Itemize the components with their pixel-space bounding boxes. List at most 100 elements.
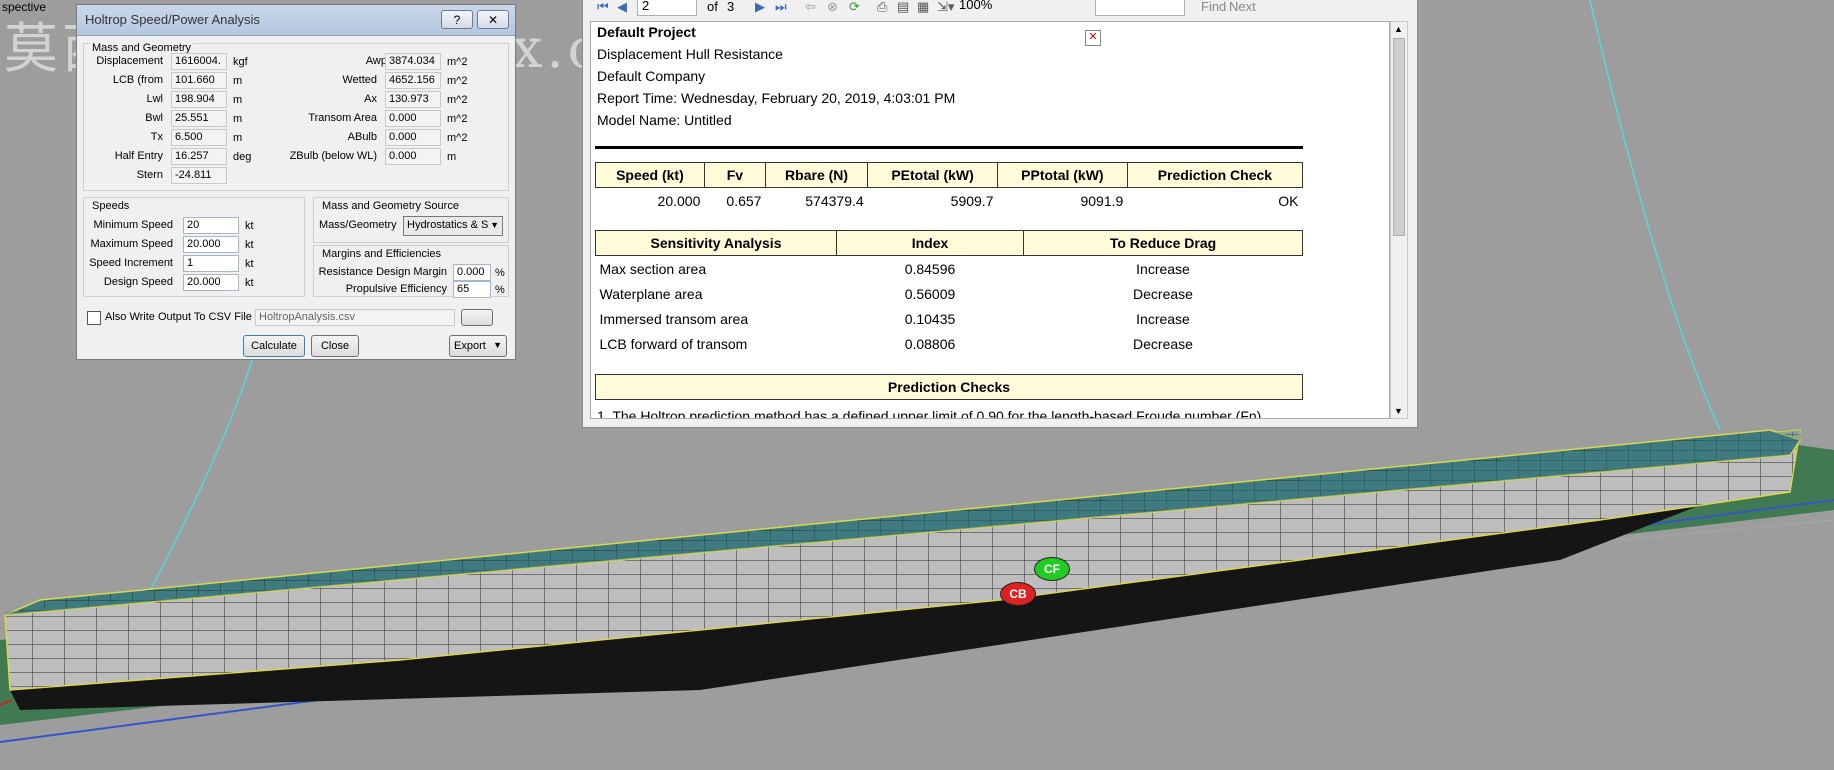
close-window-button[interactable]: ✕ — [477, 10, 509, 29]
next-link[interactable]: Next — [1229, 0, 1256, 14]
transom-area-unit: m^2 — [447, 113, 468, 125]
refresh-icon[interactable]: ⟳ — [849, 0, 860, 15]
tx-unit: m — [233, 132, 243, 144]
csv-checkbox[interactable] — [87, 311, 101, 325]
report-divider — [595, 146, 1303, 149]
help-button[interactable]: ? — [441, 10, 473, 29]
propulsive-efficiency-input[interactable]: 65 — [453, 281, 491, 298]
csv-label: Also Write Output To CSV File — [105, 311, 252, 323]
design-speed-label: Design Speed — [103, 276, 173, 288]
table-cell: 574379.4 — [805, 192, 864, 209]
col-header: To Reduce Drag — [1023, 230, 1303, 256]
col-header: Sensitivity Analysis — [595, 230, 837, 256]
table-cell: Max section area — [599, 260, 707, 277]
page-number-input[interactable]: 2 — [637, 0, 697, 16]
stern-value: -24.811 — [171, 167, 227, 184]
bwl-label: Bwl — [145, 112, 163, 124]
table-cell: 0.56009 — [904, 285, 956, 302]
calculate-button[interactable]: Calculate — [243, 335, 305, 357]
total-pages: 3 — [727, 0, 735, 14]
tx-label: Tx — [150, 131, 163, 143]
report-time: Report Time: Wednesday, February 20, 201… — [597, 90, 956, 106]
speed-increment-input[interactable]: 1 — [183, 255, 239, 272]
max-speed-unit: kt — [245, 239, 254, 251]
sensitivity-table: Sensitivity Analysis Index To Reduce Dra… — [595, 230, 1303, 356]
propulsive-efficiency-label: Propulsive Efficiency — [345, 283, 447, 295]
lcb-unit: m — [233, 75, 243, 87]
table-cell: 5909.7 — [950, 192, 994, 209]
export-icon[interactable]: ⇲▾ — [937, 0, 954, 15]
prediction-checks-table: Prediction Checks — [595, 374, 1303, 400]
table-cell: Waterplane area — [599, 285, 703, 302]
page-setup-icon[interactable]: ▦ — [917, 0, 929, 15]
source-group-title: Mass and Geometry Source — [320, 200, 461, 212]
table-cell: Increase — [1136, 310, 1190, 327]
mass-geometry-source-select[interactable]: Hydrostatics & S ▼ — [403, 216, 503, 236]
half-entry-value: 16.257 — [171, 148, 227, 165]
half-entry-unit: deg — [233, 151, 252, 163]
report-model-name: Model Name: Untitled — [597, 112, 732, 128]
speed-increment-label: Speed Increment — [89, 257, 173, 269]
back-icon[interactable]: ⇦ — [805, 0, 816, 15]
abulb-unit: m^2 — [447, 132, 468, 144]
table-row: Max section area 0.84596 Increase — [596, 256, 1303, 282]
half-entry-label: Half Entry — [114, 150, 163, 162]
report-project: Default Project — [597, 24, 696, 40]
export-label: Export — [454, 340, 486, 352]
first-page-icon[interactable]: ⏮ — [597, 0, 609, 15]
max-speed-input[interactable]: 20.000 — [183, 236, 239, 253]
export-button[interactable]: Export ▼ — [449, 335, 507, 357]
csv-filename-input[interactable]: HoltropAnalysis.csv — [255, 309, 455, 326]
prev-page-icon[interactable]: ◀ — [617, 0, 627, 15]
scroll-down-icon[interactable]: ▼ — [1394, 406, 1403, 416]
stop-icon[interactable]: ⊗ — [827, 0, 838, 15]
table-cell: 9091.9 — [1080, 192, 1124, 209]
dialog-titlebar[interactable]: Holtrop Speed/Power Analysis ? ✕ — [77, 5, 515, 36]
table-cell: Decrease — [1133, 335, 1193, 352]
report-vertical-scrollbar[interactable]: ▲ ▼ — [1390, 21, 1408, 419]
resistance-margin-unit: % — [495, 267, 505, 279]
col-header: Rbare (N) — [764, 162, 869, 188]
table-cell: Decrease — [1133, 285, 1193, 302]
table-cell: 0.08806 — [904, 335, 956, 352]
print-layout-icon[interactable]: ▤ — [897, 0, 909, 15]
table-cell: 20.000 — [657, 192, 701, 209]
scrollbar-thumb[interactable] — [1393, 38, 1405, 236]
min-speed-label: Minimum Speed — [93, 219, 173, 231]
scroll-up-icon[interactable]: ▲ — [1394, 24, 1403, 34]
displacement-label: Displacement — [96, 55, 163, 67]
speeds-group-title: Speeds — [90, 200, 132, 212]
lwl-unit: m — [233, 94, 243, 106]
stern-label: Stern — [136, 169, 163, 181]
chevron-down-icon: ▼ — [490, 220, 499, 230]
resistance-margin-input[interactable]: 0.000 — [453, 264, 491, 281]
mass-geometry-source-value: Hydrostatics & S — [407, 219, 489, 231]
wetted-value: 4652.156 — [385, 72, 441, 89]
min-speed-input[interactable]: 20 — [183, 217, 239, 234]
table-cell: 0.10435 — [904, 310, 956, 327]
close-icon[interactable]: ✕ — [1085, 30, 1101, 46]
col-header: Speed (kt) — [595, 162, 705, 188]
cf-marker: CF — [1034, 557, 1070, 581]
close-button[interactable]: Close — [311, 335, 359, 357]
find-input[interactable] — [1095, 0, 1185, 16]
col-header: Fv — [703, 162, 766, 188]
print-icon[interactable]: ⎙ — [877, 0, 887, 15]
dialog-title: Holtrop Speed/Power Analysis — [85, 12, 260, 27]
viewport-label[interactable]: spective — [0, 0, 48, 14]
design-speed-input[interactable]: 20.000 — [183, 274, 239, 291]
table-cell: OK — [1278, 192, 1299, 209]
zbulb-unit: m — [447, 151, 457, 163]
next-page-icon[interactable]: ▶ — [755, 0, 765, 15]
last-page-icon[interactable]: ⏭ — [775, 0, 787, 15]
zoom-select[interactable]: 100% — [955, 0, 1081, 16]
zbulb-value: 0.000 — [385, 148, 441, 165]
csv-browse-button[interactable] — [461, 309, 493, 326]
table-cell: 0.657 — [726, 192, 762, 209]
report-viewer-window: ⏮ ◀ 2 of 3 ▶ ⏭ ⇦ ⊗ ⟳ ⎙ ▤ ▦ ⇲▾ 100% Find … — [582, 0, 1418, 428]
table-row: Waterplane area 0.56009 Decrease — [596, 281, 1303, 306]
lwl-label: Lwl — [146, 93, 163, 105]
table-cell: LCB forward of transom — [599, 335, 748, 352]
awp-unit: m^2 — [447, 56, 468, 68]
find-link[interactable]: Find — [1201, 0, 1226, 14]
